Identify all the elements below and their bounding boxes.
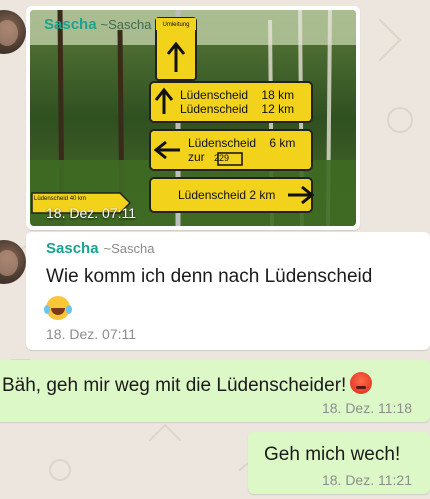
- sign-row-place: Lüdenscheid: [180, 102, 249, 116]
- sign-right-dist: 2 km: [249, 188, 276, 202]
- road-sign-photo[interactable]: Umleitung Lüdenscheid 18 km Lüdenscheid …: [30, 10, 356, 226]
- small-sign-label: Lüdenscheid 40 km: [34, 196, 86, 202]
- message-timestamp: 18. Dez. 07:11: [46, 326, 137, 342]
- message-text: Geh mich wech!: [264, 444, 401, 465]
- message-text: Wie komm ich denn nach Lüdenscheid: [46, 266, 373, 287]
- incoming-message-bubble[interactable]: Sascha ~Sascha Wie komm ich denn nach Lüd…: [26, 232, 430, 350]
- sign-header-label: Umleitung: [162, 22, 190, 28]
- sign-row-place: Lüdenscheid: [180, 88, 249, 102]
- message-timestamp: 18. Dez. 11:21: [321, 472, 412, 488]
- laughing-emoji-icon: [44, 296, 70, 325]
- sign-row-dist: 18 km: [261, 88, 295, 102]
- message-text: Bäh, geh mir weg mit die Lüdenscheider!: [2, 375, 347, 396]
- photo-timestamp: 18. Dez. 07:11: [46, 205, 137, 221]
- message-sender: Sascha ~Sascha: [46, 240, 155, 258]
- sign-left-label: Lüdenscheid 6 km zur 229: [188, 136, 295, 165]
- sign-right-place: Lüdenscheid: [178, 188, 247, 202]
- message-timestamp: 18. Dez. 11:18: [321, 400, 412, 416]
- sign-left-via: zur: [188, 150, 205, 164]
- sign-left-place: Lüdenscheid: [188, 136, 257, 150]
- sign-left-dist: 6 km: [269, 136, 296, 150]
- photo-sender-name[interactable]: Sascha ~Sascha: [44, 16, 152, 33]
- sign-right-label: Lüdenscheid 2 km: [178, 188, 275, 202]
- sender-tag: ~Sascha: [103, 241, 155, 256]
- angry-emoji-icon: [350, 372, 373, 394]
- sender-name[interactable]: Sascha: [44, 16, 97, 33]
- message-text-line: Bäh, geh mir weg mit die Lüdenscheider!: [2, 372, 373, 397]
- sender-name[interactable]: Sascha: [46, 240, 99, 257]
- outgoing-message-bubble[interactable]: Geh mich wech! 18. Dez. 11:21: [248, 432, 430, 494]
- small-sign-place: Lüdenscheid: [34, 196, 69, 202]
- outgoing-message-bubble[interactable]: Bäh, geh mir weg mit die Lüdenscheider! …: [0, 360, 430, 422]
- sign-road-number: 229: [214, 153, 230, 163]
- sender-tag: ~Sascha: [100, 17, 152, 32]
- sign-distance-list: Lüdenscheid 18 km Lüdenscheid 12 km: [180, 88, 294, 116]
- sign-row-dist: 12 km: [261, 102, 295, 116]
- small-sign-dist: 40 km: [69, 196, 87, 202]
